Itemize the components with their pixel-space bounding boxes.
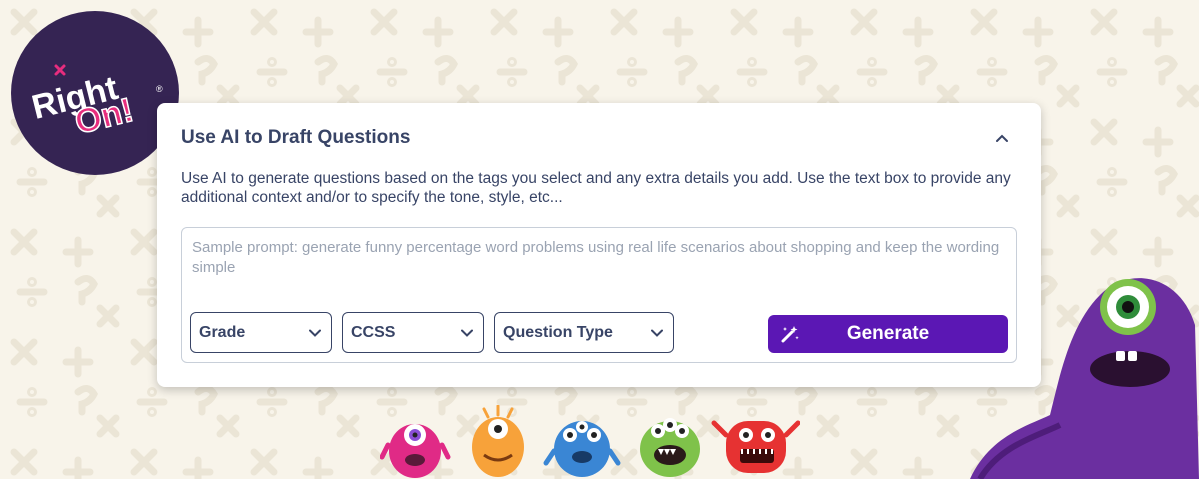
- collapse-button[interactable]: [991, 127, 1013, 149]
- monster-mascots-row: [380, 405, 800, 478]
- panel-description: Use AI to generate questions based on th…: [181, 170, 1011, 206]
- question-type-select[interactable]: Question Type: [494, 312, 674, 353]
- orange-monster-icon: [472, 405, 524, 477]
- blue-monster-icon: [543, 421, 621, 477]
- ccss-select[interactable]: CCSS: [342, 312, 484, 353]
- grade-select[interactable]: Grade: [190, 312, 332, 353]
- pink-monster-icon: [380, 424, 451, 478]
- purple-monster-mascot: [970, 278, 1199, 479]
- chevron-up-icon: [996, 134, 1008, 142]
- question-type-select-label: Question Type: [503, 323, 613, 341]
- ccss-select-label: CCSS: [351, 323, 396, 341]
- magic-wand-icon: [781, 326, 799, 343]
- chevron-down-icon: [461, 329, 473, 337]
- chevron-down-icon: [651, 329, 663, 337]
- panel-title: Use AI to Draft Questions: [181, 127, 411, 148]
- red-monster-icon: [711, 420, 800, 473]
- grade-select-label: Grade: [199, 323, 246, 341]
- chevron-down-icon: [309, 329, 321, 337]
- rightOn-logo: Right On! ®: [11, 11, 179, 175]
- ai-draft-questions-panel: Use AI to Draft Questions Use AI to gene…: [157, 103, 1041, 387]
- svg-text:®: ®: [156, 84, 163, 94]
- prompt-container: Grade CCSS Question Type Generate: [181, 227, 1017, 363]
- generate-button-label: Generate: [846, 323, 930, 344]
- prompt-input[interactable]: [190, 236, 1008, 310]
- green-monster-icon: [640, 418, 700, 477]
